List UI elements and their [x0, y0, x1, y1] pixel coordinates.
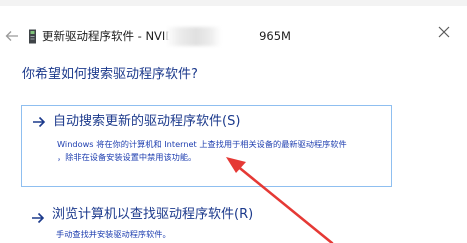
auto-search-description-line2: ，除非在设备安装设置中禁用该功能。: [57, 152, 197, 162]
arrow-right-icon: [32, 212, 45, 224]
display-adapter-icon: [29, 29, 36, 44]
browse-computer-option[interactable]: 浏览计算机以查找驱动程序软件(R): [52, 206, 253, 223]
redacted-region: [166, 27, 221, 46]
close-icon[interactable]: [437, 25, 451, 39]
auto-search-description-line1: Windows 将在你的计算机和 Internet 上查找用于相关设备的最新驱动…: [57, 139, 347, 149]
auto-search-title: 自动搜索更新的驱动程序软件(S): [53, 114, 241, 129]
arrow-right-icon: [33, 116, 46, 128]
browse-computer-description: 手动查找并安装驱动程序软件。: [56, 229, 171, 239]
window-top-strip: [0, 0, 467, 6]
back-arrow-icon[interactable]: [5, 29, 19, 43]
auto-search-option[interactable]: 自动搜索更新的驱动程序软件(S) Windows 将在你的计算机和 Intern…: [21, 105, 392, 187]
page-heading: 你希望如何搜索驱动程序软件?: [22, 67, 198, 82]
window-title-suffix: 965M: [259, 29, 291, 43]
